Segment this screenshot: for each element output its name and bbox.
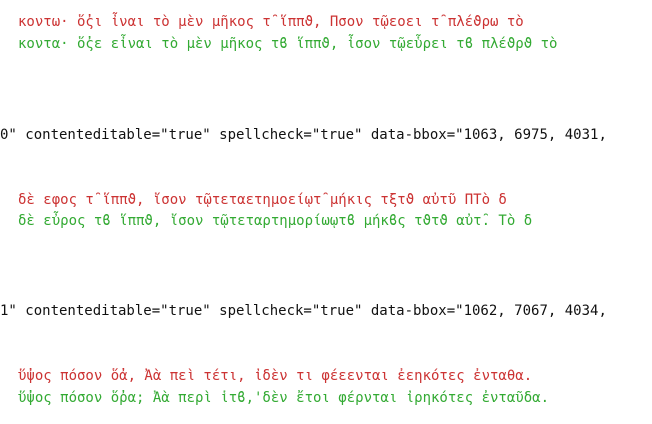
corrected-text-line[interactable]: ὕ̓ψος πόσον ὅ̓ρα; Ἀὰ περὶ ἱτϐ,'δὲν ἔτοι …: [18, 387, 652, 409]
markup-text-line: 0" contenteditable="true" spellcheck="tr…: [0, 127, 607, 143]
original-text-line: δὲ εφος τ̑ ἵππϑ, ἴσον τῷτεταετημοείῳτ̑ μ…: [18, 192, 507, 208]
markup-text-line: 1" contenteditable="true" spellcheck="tr…: [0, 303, 607, 319]
corrected-text-line[interactable]: δὲ εὖρος τϐ ἵππϑ, ἴσον τῷτεταρτημορίωῳτϐ…: [18, 210, 652, 232]
ocr-comparison-view: κοντω· ὅ̓ςι ἶναι τὸ μὲν μῆκος τ̑ ἵππϑ, Π…: [0, 14, 652, 406]
original-text-line: κοντω· ὅ̓ςι ἶναι τὸ μὲν μῆκος τ̑ ἵππϑ, Π…: [18, 14, 524, 30]
original-text-line: ὕ̓ψος πόσον ὅ̓α, Ἀὰ πεὶ τέτι, ἰδὲν τι φέ…: [18, 368, 533, 384]
corrected-text-line[interactable]: κοντα· ὅ̓ςε εἶναι τὸ μὲν μῆκος τϐ ἵππϑ, …: [18, 33, 652, 55]
